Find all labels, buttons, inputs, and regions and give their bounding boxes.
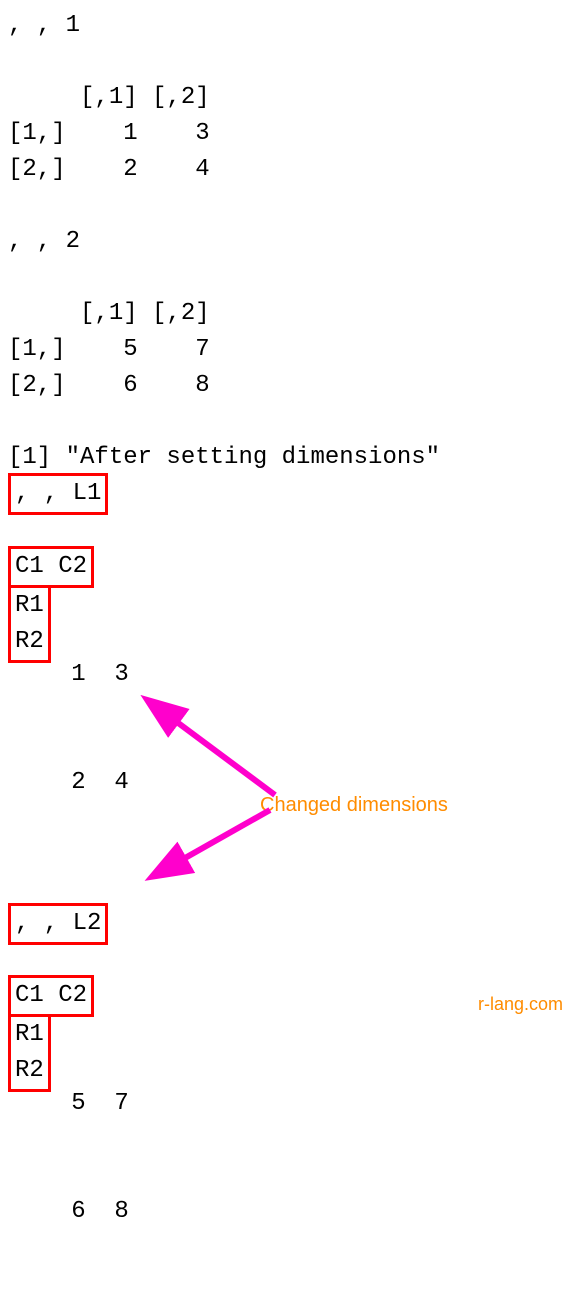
col-header-1: [,1] [,2] (8, 80, 565, 116)
highlighted-slice-header-l1: , , L1 (8, 473, 108, 515)
row-label: R1 (15, 588, 44, 624)
slice-header-2: , , 2 (8, 224, 565, 260)
matrix-values-1: 1 3 2 4 (57, 585, 129, 873)
matrix-row-vals: 2 4 (57, 765, 129, 801)
highlighted-row-labels-2: R1 R2 (8, 1014, 51, 1092)
matrix-row: [1,] 1 3 (8, 116, 565, 152)
row-label: R1 (15, 1017, 44, 1053)
blank-line (8, 873, 565, 902)
slice-label-l1: , , L1 (15, 480, 101, 507)
matrix-row-vals: 1 3 (57, 657, 129, 693)
print-message: [1] "After setting dimensions" (8, 440, 565, 476)
col-labels: C1 C2 (15, 553, 87, 580)
blank-line (8, 404, 565, 440)
highlighted-slice-header-l2: , , L2 (8, 903, 108, 945)
blank-line (8, 188, 565, 224)
matrix-row: [2,] 6 8 (8, 368, 565, 404)
highlighted-col-header-2: C1 C2 (8, 975, 94, 1017)
matrix-row: [1,] 5 7 (8, 332, 565, 368)
blank-line (8, 946, 565, 975)
col-labels: C1 C2 (15, 982, 87, 1009)
matrix-values-2: 5 7 6 8 (57, 1014, 129, 1302)
watermark: r-lang.com (478, 991, 563, 1018)
row-label: R2 (15, 624, 44, 660)
row-label: R2 (15, 1053, 44, 1089)
matrix-row: [2,] 2 4 (8, 152, 565, 188)
blank-line (8, 44, 565, 80)
matrix-row-vals: 5 7 (57, 1086, 129, 1122)
highlighted-row-labels-1: R1 R2 (8, 585, 51, 663)
annotation-label: Changed dimensions (260, 790, 448, 820)
blank-line (8, 260, 565, 296)
col-header-2: [,1] [,2] (8, 296, 565, 332)
slice-header-1: , , 1 (8, 8, 565, 44)
matrix-row-vals: 6 8 (57, 1194, 129, 1230)
blank-line (8, 516, 565, 545)
slice-label-l2: , , L2 (15, 910, 101, 937)
highlighted-col-header-1: C1 C2 (8, 546, 94, 588)
